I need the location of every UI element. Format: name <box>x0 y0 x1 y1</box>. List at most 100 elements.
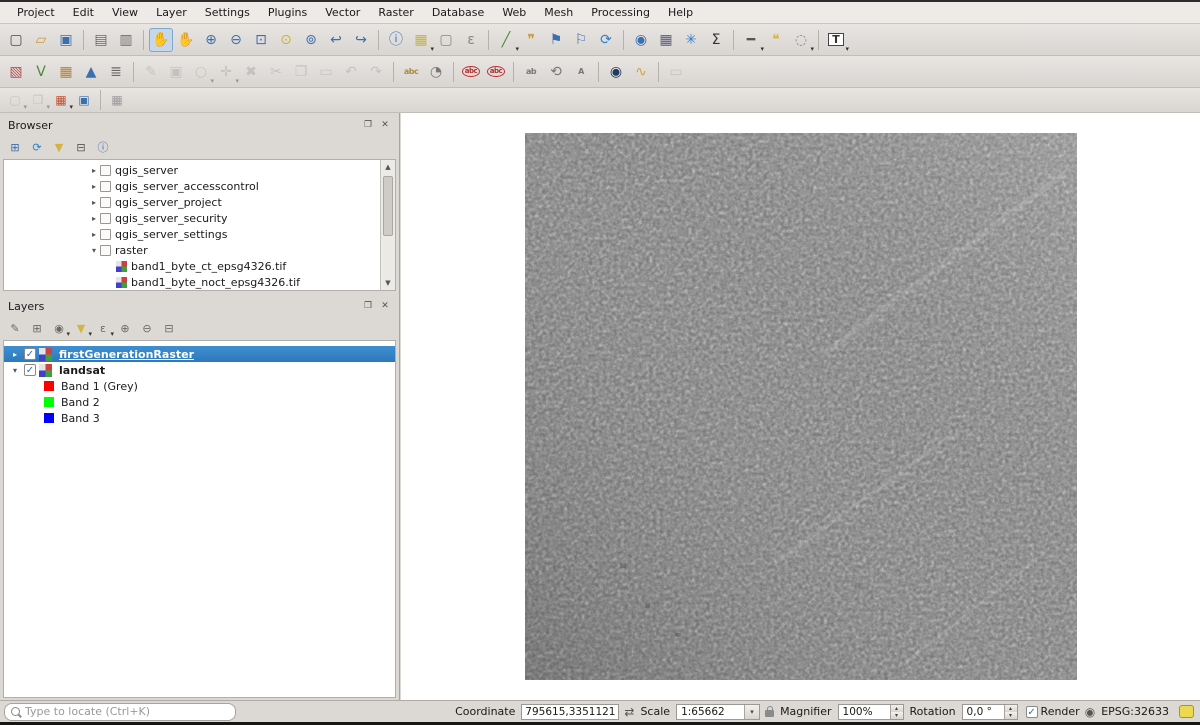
show-layout-manager-icon[interactable]: ▥ <box>114 28 138 52</box>
properties-widget-icon[interactable]: ⓘ <box>93 138 113 156</box>
pan-map-icon[interactable]: ✋ <box>149 27 173 52</box>
scrollbar-thumb[interactable] <box>383 176 393 236</box>
change-label-icon[interactable]: A <box>569 60 593 84</box>
add-group-icon[interactable]: ⊞ <box>27 319 47 337</box>
menu-item-web[interactable]: Web <box>493 4 535 21</box>
open-layer-styling-icon[interactable]: ✎ <box>5 319 25 337</box>
extents-toggle-icon[interactable]: ⇄ <box>624 705 634 719</box>
zoom-native-resolution-icon[interactable]: ◉ <box>629 28 653 52</box>
menu-item-raster[interactable]: Raster <box>369 4 422 21</box>
layer-labeling-icon[interactable]: abc <box>399 60 423 84</box>
text-annotation-icon[interactable]: ❝ <box>764 28 788 52</box>
zoom-to-selection-icon[interactable]: ⊙ <box>274 28 298 52</box>
map-tips-icon[interactable]: ❞ <box>519 28 543 52</box>
refresh-browser-icon[interactable]: ⟳ <box>27 138 47 156</box>
select-features-icon[interactable]: ▦ ▾ <box>409 28 434 53</box>
layer-item[interactable]: ▸ ✓ firstGenerationRaster <box>4 346 395 362</box>
menu-item-processing[interactable]: Processing <box>582 4 659 21</box>
rotate-label-icon[interactable]: ⟲ <box>544 60 568 84</box>
render-checkbox-box[interactable]: ✓ <box>1025 705 1038 718</box>
zoom-next-icon[interactable]: ↪ <box>349 28 373 52</box>
browser-item[interactable]: ▸ qgis_server_accesscontrol <box>4 178 379 194</box>
refresh-map-icon[interactable]: ⟳ <box>594 28 618 52</box>
browser-item[interactable]: ▾ raster <box>4 242 379 258</box>
menu-item-view[interactable]: View <box>103 4 147 21</box>
annotation-icon[interactable]: ◌ ▾ <box>789 28 814 53</box>
label-tool-icon[interactable]: T ▾ <box>824 28 849 53</box>
move-label-icon[interactable]: ab <box>519 60 543 84</box>
add-vector-layer-icon[interactable]: V <box>29 60 53 84</box>
collapse-all-icon[interactable]: ⊟ <box>71 138 91 156</box>
new-print-layout-icon[interactable]: ▤ <box>89 28 113 52</box>
expand-all-icon[interactable]: ⊕ <box>115 319 135 337</box>
menu-item-database[interactable]: Database <box>423 4 494 21</box>
deselect-features-icon[interactable]: ▢ <box>434 28 458 52</box>
processing-toolbox-icon[interactable]: ✳ <box>679 28 703 52</box>
pan-to-selection-icon[interactable]: ✋ <box>174 28 198 52</box>
filter-by-expression-icon[interactable]: ε ▾ <box>93 319 114 339</box>
filter-legend-icon[interactable]: ▼ ▾ <box>71 319 92 339</box>
zoom-last-icon[interactable]: ↩ <box>324 28 348 52</box>
browser-item[interactable]: ▸ qgis_server_security <box>4 210 379 226</box>
open-project-icon[interactable]: ▱ <box>29 28 53 52</box>
menu-item-edit[interactable]: Edit <box>64 4 103 21</box>
save-project-icon[interactable]: ▣ <box>54 28 78 52</box>
zoom-full-icon[interactable]: ⊡ <box>249 28 273 52</box>
scroll-up-icon[interactable]: ▲ <box>381 160 395 174</box>
menu-item-settings[interactable]: Settings <box>196 4 259 21</box>
temporal-controller-icon[interactable]: ▦ <box>106 90 128 110</box>
advanced-digitizing-icon[interactable]: ▦ ▾ <box>50 90 73 111</box>
zoom-in-icon[interactable]: ⊕ <box>199 28 223 52</box>
browser-item[interactable]: ▸ qgis_server_project <box>4 194 379 210</box>
add-raster-layer-icon[interactable]: ▦ <box>54 60 78 84</box>
menu-item-layer[interactable]: Layer <box>147 4 196 21</box>
band-item[interactable]: Band 3 <box>4 410 395 426</box>
rotation-spinbox[interactable]: 0,0 ° ▴ ▾ <box>961 703 1018 720</box>
layer-visibility-checkbox[interactable]: ✓ <box>24 348 36 360</box>
spin-buttons[interactable]: ▴ ▾ <box>1003 704 1017 719</box>
add-selected-layers-icon[interactable]: ⊞ <box>5 138 25 156</box>
pin-labels-icon[interactable]: abc <box>459 60 483 84</box>
new-project-icon[interactable]: ▢ <box>4 28 28 52</box>
messages-icon[interactable] <box>1179 705 1194 718</box>
remove-layer-icon[interactable]: ⊟ <box>159 319 179 337</box>
menu-item-plugins[interactable]: Plugins <box>259 4 316 21</box>
identify-features-icon[interactable]: ⓘ <box>384 28 408 52</box>
manage-map-themes-icon[interactable]: ◉ ▾ <box>49 319 70 339</box>
float-panel-icon[interactable]: ❐ <box>362 301 374 311</box>
measure-icon[interactable]: ╱ ▾ <box>494 28 519 53</box>
browser-item[interactable]: ▸ qgis_server <box>4 162 379 178</box>
coordinate-input[interactable]: 795615,3351121 <box>521 703 620 720</box>
scale-combo[interactable]: 1:65662 ▾ <box>676 703 761 720</box>
band-item[interactable]: Band 2 <box>4 394 395 410</box>
new-bookmark-icon[interactable]: ⚑ <box>544 28 568 52</box>
crs-globe-icon[interactable]: ◉ <box>1085 705 1095 719</box>
menu-item-help[interactable]: Help <box>659 4 702 21</box>
menu-item-mesh[interactable]: Mesh <box>535 4 582 21</box>
add-delimited-text-layer-icon[interactable]: ≣ <box>104 60 128 84</box>
magnifier-spinbox[interactable]: 100% ▴ ▾ <box>837 703 904 720</box>
add-mesh-layer-icon[interactable]: ▲ <box>79 60 103 84</box>
stream-digitizing-icon[interactable]: ▣ <box>73 90 95 110</box>
python-console-icon[interactable]: ∿ <box>629 60 653 84</box>
layer-visibility-checkbox[interactable]: ✓ <box>24 364 36 376</box>
open-data-source-manager-icon[interactable]: ▧ <box>4 60 28 84</box>
collapse-all-layers-icon[interactable]: ⊖ <box>137 319 157 337</box>
float-panel-icon[interactable]: ❐ <box>362 120 374 130</box>
zoom-out-icon[interactable]: ⊖ <box>224 28 248 52</box>
open-attribute-table-icon[interactable]: ▦ <box>654 28 678 52</box>
render-checkbox[interactable]: ✓ Render <box>1023 705 1080 718</box>
show-bookmarks-icon[interactable]: ⚐ <box>569 28 593 52</box>
crs-status-label[interactable]: EPSG:32633 <box>1101 705 1169 718</box>
close-panel-icon[interactable]: ✕ <box>379 301 391 311</box>
menu-item-project[interactable]: Project <box>8 4 64 21</box>
browser-scrollbar[interactable]: ▲ ▼ <box>380 160 395 290</box>
menu-item-vector[interactable]: Vector <box>316 4 369 21</box>
filter-browser-icon[interactable]: ▼ <box>49 138 69 156</box>
measure-line-icon[interactable]: ━ ▾ <box>739 28 764 53</box>
zoom-to-layer-icon[interactable]: ⊚ <box>299 28 323 52</box>
scale-dropdown-icon[interactable]: ▾ <box>744 704 760 719</box>
highlight-pinned-labels-icon[interactable]: abc <box>484 60 508 84</box>
statistics-summary-icon[interactable]: Σ <box>704 28 728 52</box>
layer-diagram-icon[interactable]: ◔ <box>424 60 448 84</box>
